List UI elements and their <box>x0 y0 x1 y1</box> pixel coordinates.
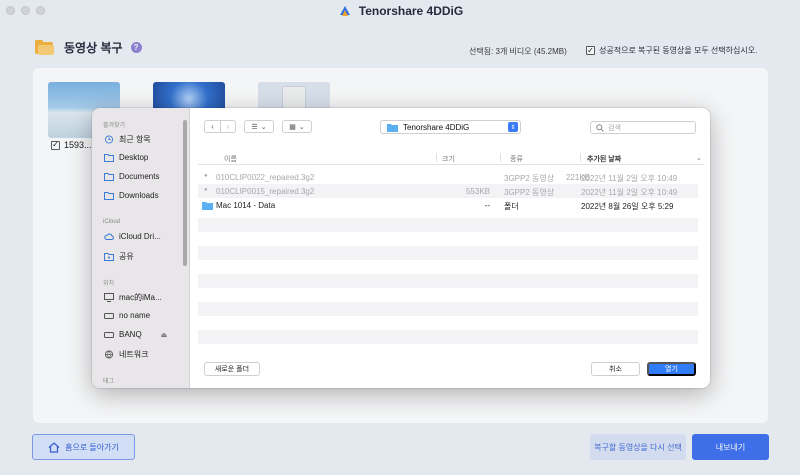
sidebar-item-label: 최근 항목 <box>119 135 151 144</box>
dialog-toolbar: ‹ › ☰ ⌄ ▦ ⌄ Tenorshare 4DDiG ⇕ 검색 <box>204 120 698 134</box>
folder-icon <box>104 154 114 162</box>
location-label: Tenorshare 4DDiG <box>403 122 470 132</box>
file-date: 2022년 11월 2일 오후 10:49 <box>581 188 678 197</box>
sidebar-item-recents[interactable]: 최근 항목 <box>104 134 151 145</box>
file-name: 010CLIP0015_repaired.3g2 <box>216 187 315 196</box>
empty-row <box>198 274 698 288</box>
drive-icon <box>104 332 114 338</box>
video-file-icon: ● <box>204 173 208 179</box>
folder-icon <box>104 192 114 200</box>
folder-icon <box>202 202 213 210</box>
column-size[interactable]: 크기 <box>442 154 455 164</box>
sidebar-group-favorites: 즐겨찾기 <box>103 123 126 129</box>
file-open-dialog: 즐겨찾기 최근 항목 Desktop Documents Downloads i… <box>92 108 710 388</box>
grid-view-icon: ▦ <box>289 123 296 131</box>
chevron-updown-icon: ⇕ <box>508 122 518 132</box>
file-kind: 3GPP2 동영상 <box>504 174 555 183</box>
sidebar-group-tags: 태그 <box>103 379 115 385</box>
sidebar-item-label: Documents <box>119 172 160 181</box>
sidebar-group-icloud: iCloud <box>103 219 121 225</box>
grid-view-button[interactable]: ▦ ⌄ <box>282 120 312 133</box>
sidebar-item-label: Desktop <box>119 153 149 162</box>
nav-buttons: ‹ › <box>204 120 236 133</box>
file-name: Mac 1014 - Data <box>216 201 276 210</box>
file-date: 2022년 8월 26일 오후 5:29 <box>581 202 674 211</box>
empty-row <box>198 288 698 302</box>
sidebar-item-no-name[interactable]: no name <box>104 311 150 320</box>
open-button[interactable]: 열기 <box>647 362 696 376</box>
clock-icon <box>104 135 114 144</box>
empty-row <box>198 260 698 274</box>
video-file-icon: ● <box>204 187 208 193</box>
sidebar-item-downloads[interactable]: Downloads <box>104 191 159 200</box>
file-list: ● 010CLIP0022_repaired.3g2 221KB 3GPP2 동… <box>198 170 698 344</box>
file-name: 010CLIP0022_repaired.3g2 <box>216 173 315 182</box>
column-headers: 이름 크기 종류 추가된 날짜 ⌄ <box>198 150 704 165</box>
forward-button[interactable]: › <box>220 121 235 132</box>
sidebar-item-label: Downloads <box>119 191 159 200</box>
empty-row <box>198 330 698 344</box>
empty-row <box>198 246 698 260</box>
file-size: 553KB <box>465 187 490 196</box>
back-button[interactable]: ‹ <box>205 121 220 132</box>
file-kind: 3GPP2 동영상 <box>504 188 555 197</box>
network-icon <box>104 350 114 359</box>
column-date-added[interactable]: 추가된 날짜 <box>587 154 621 164</box>
sidebar-item-label: mac的iMa... <box>119 293 162 302</box>
empty-row <box>198 232 698 246</box>
sidebar-scrollbar[interactable] <box>183 120 187 266</box>
search-icon <box>596 123 604 132</box>
column-name[interactable]: 이름 <box>224 154 237 164</box>
search-input[interactable]: 검색 <box>590 121 696 134</box>
eject-icon[interactable]: ⏏ <box>161 331 168 339</box>
empty-row <box>198 302 698 316</box>
empty-row <box>198 316 698 330</box>
location-dropdown[interactable]: Tenorshare 4DDiG ⇕ <box>380 120 521 134</box>
sidebar-item-desktop[interactable]: Desktop <box>104 153 148 162</box>
sidebar-item-label: 네트워크 <box>119 350 149 359</box>
new-folder-button[interactable]: 새로운 폴더 <box>204 362 260 376</box>
list-view-icon: ☰ <box>251 123 258 131</box>
sort-chevron-icon[interactable]: ⌄ <box>696 154 702 162</box>
sidebar-item-label: 공유 <box>119 252 134 261</box>
sidebar-item-network[interactable]: 네트워크 <box>104 349 148 360</box>
file-kind: 폴더 <box>504 202 519 211</box>
file-date: 2022년 11월 2일 오후 10:49 <box>581 174 678 183</box>
sidebar-item-shared[interactable]: 공유 <box>104 251 134 262</box>
file-row[interactable]: Mac 1014 - Data -- 폴더 2022년 8월 26일 오후 5:… <box>198 198 698 212</box>
column-kind[interactable]: 종류 <box>510 154 523 164</box>
sidebar-item-label: iCloud Dri... <box>119 232 161 241</box>
sidebar-item-mac[interactable]: mac的iMa... <box>104 292 162 303</box>
folder-icon <box>104 173 114 181</box>
computer-icon <box>104 293 114 302</box>
file-size: -- <box>484 201 490 210</box>
shared-folder-icon <box>104 253 114 261</box>
chevron-down-icon: ⌄ <box>298 123 305 131</box>
sidebar-group-locations: 위치 <box>103 281 115 287</box>
drive-icon <box>104 313 114 319</box>
sidebar-item-label: BANQ <box>119 330 142 339</box>
chevron-down-icon: ⌄ <box>260 123 267 131</box>
sidebar-item-documents[interactable]: Documents <box>104 172 159 181</box>
file-row[interactable]: ● 010CLIP0022_repaired.3g2 221KB 3GPP2 동… <box>198 170 698 184</box>
file-row[interactable]: ● 010CLIP0015_repaired.3g2 553KB 3GPP2 동… <box>198 184 698 198</box>
list-view-button[interactable]: ☰ ⌄ <box>244 120 274 133</box>
empty-row <box>198 218 698 232</box>
folder-icon <box>387 123 398 132</box>
dialog-sidebar: 즐겨찾기 최근 항목 Desktop Documents Downloads i… <box>92 108 190 388</box>
cancel-button[interactable]: 취소 <box>591 362 640 376</box>
cloud-icon <box>104 233 114 240</box>
sidebar-item-banq[interactable]: BANQ ⏏ <box>104 330 167 339</box>
sidebar-item-label: no name <box>119 311 151 320</box>
sidebar-item-icloud-drive[interactable]: iCloud Dri... <box>104 232 161 241</box>
search-placeholder: 검색 <box>608 124 621 132</box>
